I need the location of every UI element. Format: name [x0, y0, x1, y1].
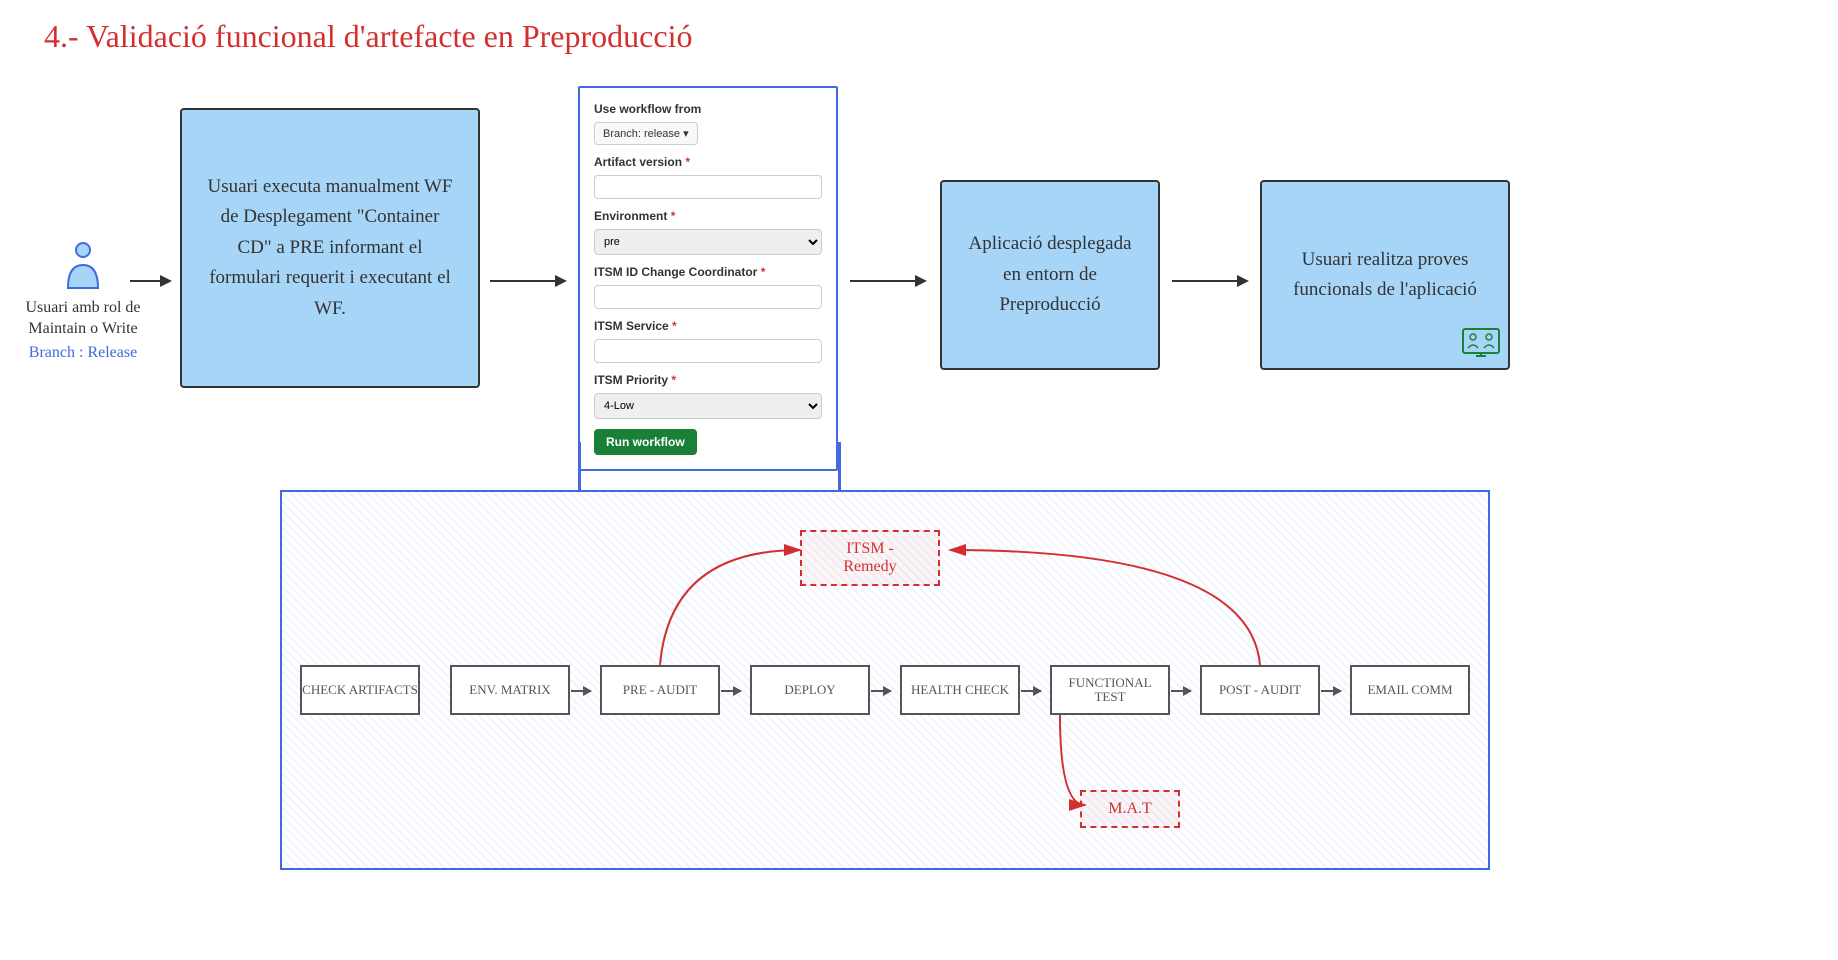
form-label-workflow-from: Use workflow from	[594, 102, 822, 116]
arrow-icon	[1171, 690, 1191, 692]
pipeline-step-post-audit: POST - AUDIT	[1200, 665, 1320, 715]
arrow-icon	[850, 280, 925, 282]
arrow-icon	[571, 690, 591, 692]
branch-label: Branch: release	[603, 128, 680, 140]
form-label-environment: Environment *	[594, 209, 822, 223]
actor-block: Usuari amb rol de Maintain o Write Branc…	[18, 240, 148, 362]
user-icon	[63, 240, 103, 290]
branch-selector[interactable]: Branch: release ▾	[594, 122, 698, 145]
itsm-service-input[interactable]	[594, 339, 822, 363]
callout-mat: M.A.T	[1080, 790, 1180, 828]
pipeline-step-health-check: HEALTH CHECK	[900, 665, 1020, 715]
step-box-tests: Usuari realitza proves funcionals de l'a…	[1260, 180, 1510, 370]
arrow-icon	[721, 690, 741, 692]
step-box-deployed: Aplicació desplegada en entorn de Prepro…	[940, 180, 1160, 370]
itsm-priority-select[interactable]: 4-Low	[594, 393, 822, 419]
pipeline-step-env-matrix: ENV. MATRIX	[450, 665, 570, 715]
environment-select[interactable]: pre	[594, 229, 822, 255]
workflow-form: Use workflow from Branch: release ▾ Arti…	[578, 86, 838, 471]
pipeline-step-check-artifacts: CHECK ARTIFACTS	[300, 665, 420, 715]
run-workflow-button[interactable]: Run workflow	[594, 429, 697, 455]
arrow-icon	[871, 690, 891, 692]
testing-icon	[1462, 328, 1500, 360]
arrow-icon	[1021, 690, 1041, 692]
diagram-title: 4.- Validació funcional d'artefacte en P…	[44, 18, 692, 55]
step-box-1: Usuari executa manualment WF de Desplega…	[180, 108, 480, 388]
arrow-icon	[1172, 280, 1247, 282]
arrow-icon	[490, 280, 565, 282]
form-label-itsm-id: ITSM ID Change Coordinator *	[594, 265, 822, 279]
step-box-tests-label: Usuari realitza proves funcionals de l'a…	[1282, 245, 1488, 306]
arrow-icon	[130, 280, 170, 282]
arrow-icon	[1321, 690, 1341, 692]
connector-line	[838, 442, 841, 490]
pipeline-step-email-comm: EMAIL COMM	[1350, 665, 1470, 715]
connector-line	[578, 442, 581, 490]
actor-label: Usuari amb rol de Maintain o Write	[18, 298, 148, 340]
form-label-itsm-service: ITSM Service *	[594, 319, 822, 333]
itsm-id-input[interactable]	[594, 285, 822, 309]
pipeline-step-deploy: DEPLOY	[750, 665, 870, 715]
actor-branch: Branch : Release	[18, 344, 148, 362]
pipeline-step-pre-audit: PRE - AUDIT	[600, 665, 720, 715]
pipeline-step-functional-test: FUNCTIONAL TEST	[1050, 665, 1170, 715]
callout-itsm-remedy: ITSM - Remedy	[800, 530, 940, 586]
artifact-version-input[interactable]	[594, 175, 822, 199]
form-label-artifact: Artifact version *	[594, 155, 822, 169]
form-label-itsm-priority: ITSM Priority *	[594, 373, 822, 387]
